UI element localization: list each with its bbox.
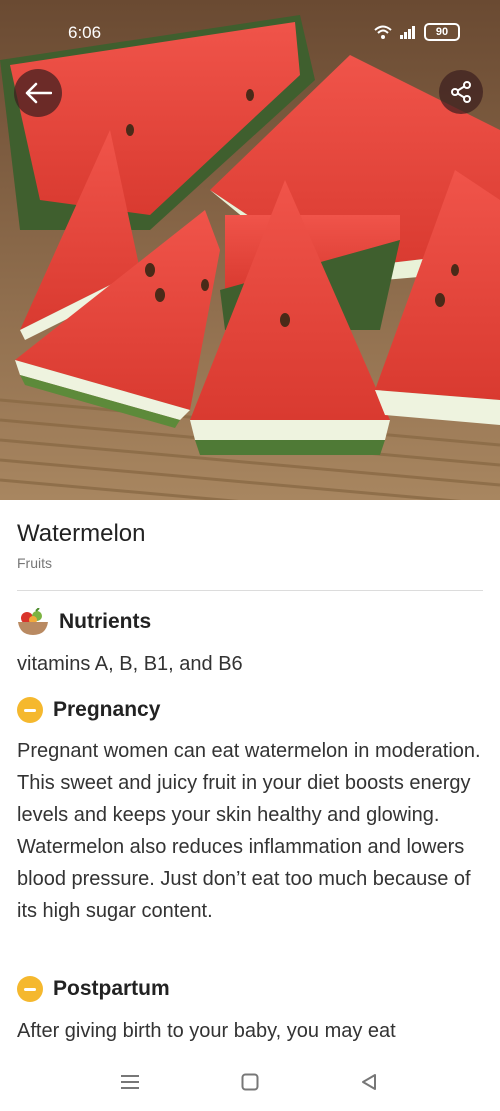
nutrients-text: vitamins A, B, B1, and B6	[17, 653, 243, 675]
signal-icon	[400, 26, 415, 39]
system-nav-bar	[0, 1055, 500, 1111]
menu-button[interactable]	[115, 1067, 145, 1097]
food-title: Watermelon	[17, 520, 146, 547]
status-time: 6:06	[68, 23, 102, 42]
food-category: Fruits	[17, 555, 52, 571]
back-button[interactable]	[14, 69, 62, 117]
divider	[17, 590, 483, 591]
nutrients-heading: Nutrients	[17, 608, 151, 636]
back-arrow-icon	[25, 82, 52, 104]
pregnancy-title: Pregnancy	[53, 698, 161, 721]
nav-back-button[interactable]	[354, 1067, 384, 1097]
battery-icon: 90	[424, 23, 460, 41]
home-square-icon	[241, 1073, 259, 1091]
menu-icon	[121, 1075, 139, 1089]
postpartum-heading: Postpartum	[17, 976, 170, 1002]
home-button[interactable]	[235, 1067, 265, 1097]
minus-circle-icon	[17, 697, 43, 723]
hero-image-watermelon	[0, 0, 500, 500]
wifi-icon	[374, 25, 392, 39]
minus-circle-icon	[17, 976, 43, 1002]
nutrients-title: Nutrients	[59, 610, 152, 633]
postpartum-text: After giving birth to your baby, you may…	[17, 1020, 396, 1042]
status-bar: 6:06 90	[0, 0, 500, 56]
share-button[interactable]	[439, 70, 483, 114]
watermelon-illustration	[0, 0, 500, 500]
pregnancy-heading: Pregnancy	[17, 697, 160, 723]
pregnancy-text: Pregnant women can eat watermelon in mod…	[17, 740, 481, 922]
fruit-bowl-icon	[18, 608, 48, 635]
status-icons: 90	[374, 23, 460, 41]
postpartum-title: Postpartum	[53, 977, 170, 1000]
share-icon	[451, 81, 471, 103]
back-triangle-icon	[362, 1074, 376, 1090]
